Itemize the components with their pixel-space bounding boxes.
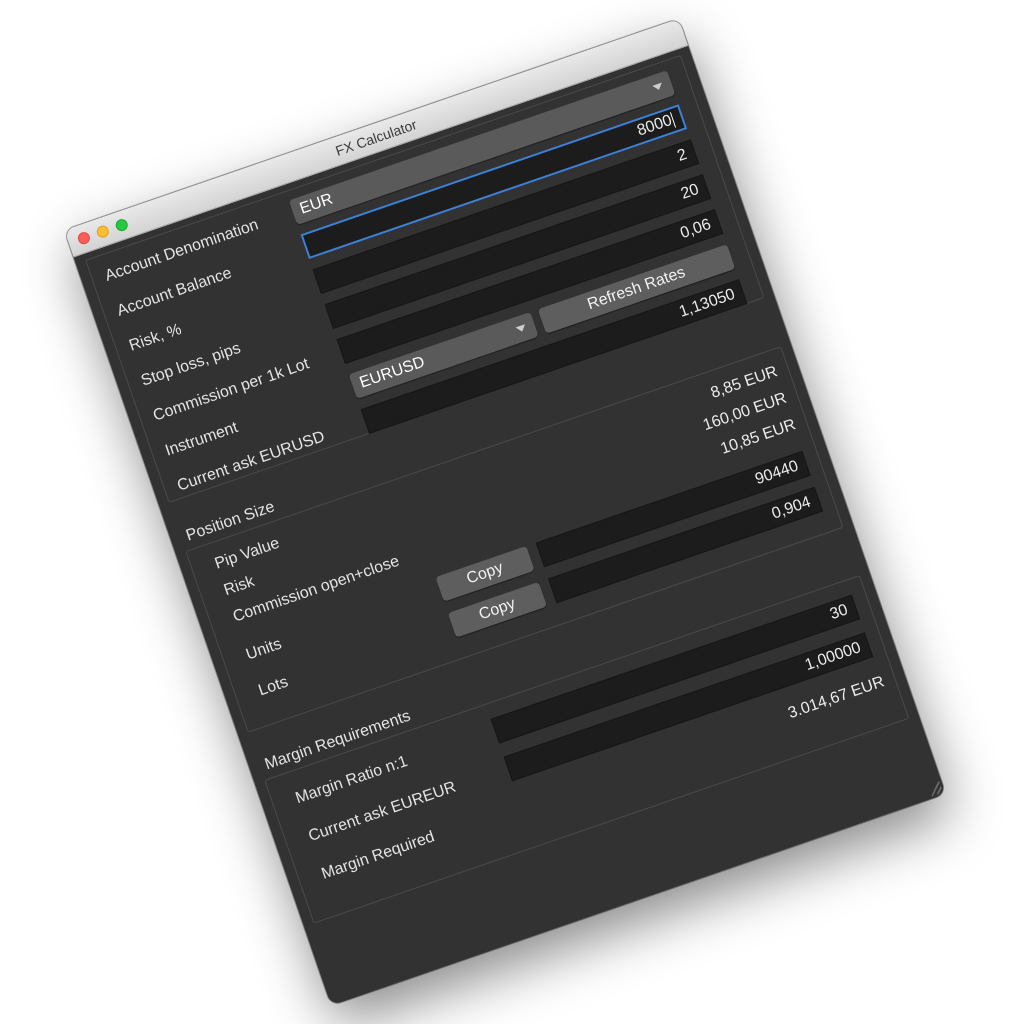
resize-grip[interactable]: [927, 781, 944, 797]
chevron-down-icon: [515, 324, 527, 334]
account-denomination-value: EUR: [297, 190, 336, 218]
commission-per-lot-value: 0,06: [678, 215, 714, 243]
fx-calculator-window: FX Calculator Account Denomination EUR A…: [64, 18, 946, 1006]
stop-loss-value: 20: [678, 180, 702, 203]
risk-percent-value: 2: [675, 145, 690, 165]
chevron-down-icon: [652, 82, 664, 92]
margin-ratio-value: 30: [827, 601, 851, 624]
desktop-stage: FX Calculator Account Denomination EUR A…: [0, 0, 1024, 1024]
